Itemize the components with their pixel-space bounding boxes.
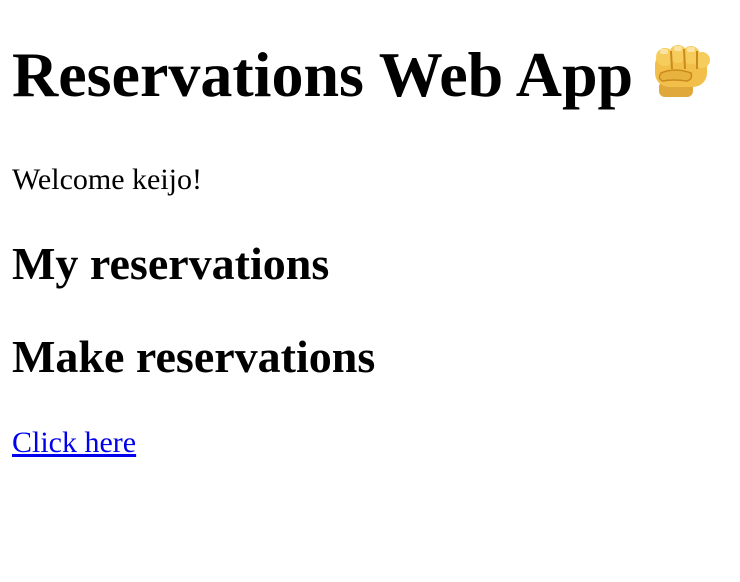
page: Reservations Web App Welcome keijo! My r…	[0, 0, 740, 582]
my-reservations-heading: My reservations	[12, 238, 330, 289]
oncoming-fist-icon	[651, 43, 713, 99]
page-title: Reservations Web App	[12, 40, 713, 110]
make-reservations-heading: Make reservations	[12, 331, 376, 382]
welcome-message: Welcome keijo!	[12, 163, 203, 196]
make-reservation-link[interactable]: Click here	[12, 426, 136, 460]
page-title-text: Reservations Web App	[12, 39, 634, 110]
